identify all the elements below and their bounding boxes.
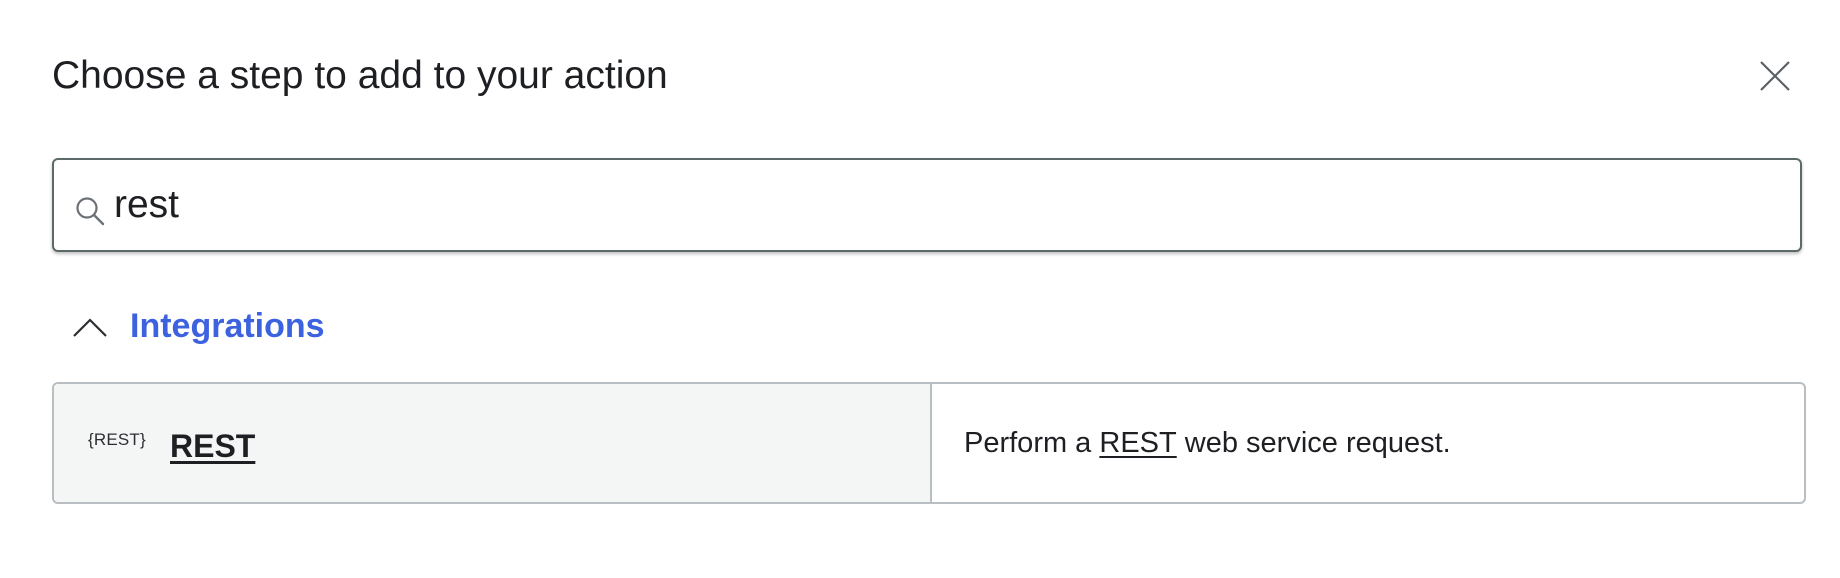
search-icon bbox=[76, 197, 105, 226]
step-description: Perform a REST web service request. bbox=[932, 384, 1804, 502]
rest-icon: {REST} bbox=[88, 430, 146, 449]
step-name-link[interactable]: REST bbox=[170, 428, 255, 465]
close-icon[interactable] bbox=[1757, 58, 1793, 94]
rest-step-option[interactable]: {REST} REST bbox=[54, 384, 932, 502]
add-step-dialog: Choose a step to add to your action Inte… bbox=[0, 0, 1840, 578]
chevron-up-icon bbox=[73, 318, 107, 337]
search-field bbox=[52, 158, 1802, 252]
dialog-title: Choose a step to add to your action bbox=[52, 54, 668, 97]
description-suffix: web service request. bbox=[1176, 426, 1451, 459]
description-rest-link[interactable]: REST bbox=[1099, 427, 1176, 460]
integrations-group-toggle[interactable]: Integrations bbox=[70, 300, 325, 352]
description-prefix: Perform a bbox=[964, 426, 1100, 459]
group-label: Integrations bbox=[130, 306, 325, 345]
search-input[interactable] bbox=[114, 160, 1764, 250]
list-item: {REST} REST Perform a REST web service r… bbox=[52, 382, 1806, 504]
